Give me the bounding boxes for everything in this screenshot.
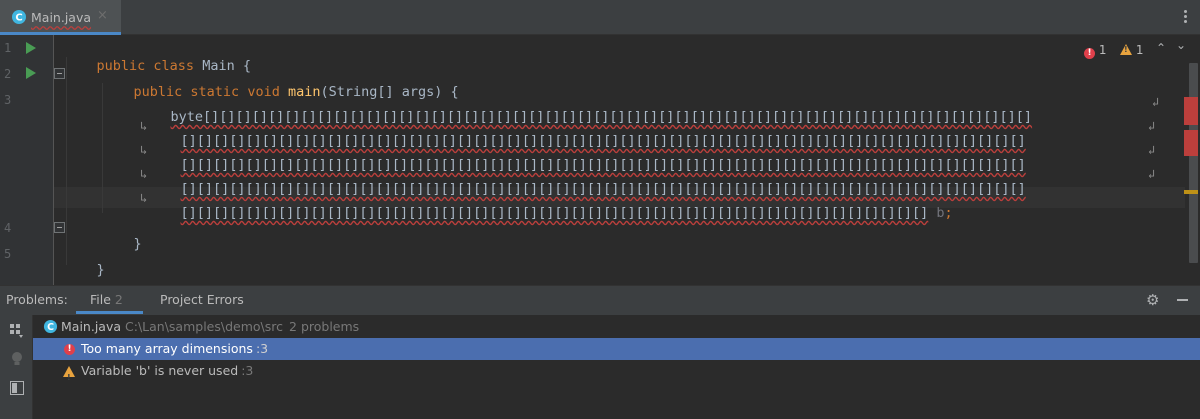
line-number: 2	[4, 67, 12, 81]
problem-item-warning[interactable]: ! Variable 'b' is never used:3	[33, 360, 1200, 382]
run-icon[interactable]	[26, 42, 36, 54]
problem-text: Too many array dimensions	[81, 341, 253, 356]
wrap-continue-icon: ↳	[140, 119, 148, 133]
java-class-icon: C	[43, 319, 58, 334]
inspection-widget[interactable]: ! 1	[1084, 43, 1106, 59]
close-icon[interactable]: ×	[97, 8, 108, 23]
group-by-icon[interactable]	[10, 324, 24, 338]
error-stripe-mark[interactable]	[1184, 130, 1198, 156]
code-line-3-wrap: [][][][][][][][][][][][][][][][][][][][]…	[180, 205, 953, 221]
lightbulb-icon[interactable]	[10, 351, 24, 367]
minimize-icon[interactable]	[1177, 299, 1188, 301]
line-number: 5	[4, 247, 12, 261]
previous-highlight-icon[interactable]: ⌃	[1156, 41, 1166, 55]
inspection-widget[interactable]: ! 1	[1120, 43, 1143, 57]
file-path: C:\Lan\samples\demo\src	[125, 319, 284, 334]
editor-tab-bar: C Main.java ×	[0, 0, 1200, 35]
panel-title: Problems:	[6, 292, 68, 307]
warning-stripe-mark[interactable]	[1184, 190, 1198, 194]
wrap-continue-icon: ↳	[140, 167, 148, 181]
run-icon[interactable]	[26, 67, 36, 79]
preview-pane-icon[interactable]	[10, 381, 24, 395]
code-editor[interactable]: 1 2 3 4 5 public class Main { public sta…	[0, 35, 1200, 285]
tab-label: Main.java	[31, 10, 92, 25]
code-line-4: }	[133, 236, 142, 252]
line-number: 4	[4, 221, 12, 235]
soft-wrap-icon: ↲	[1152, 95, 1160, 109]
tab-project-errors[interactable]: Project Errors	[160, 292, 244, 307]
warning-count: 1	[1135, 43, 1144, 57]
problem-count: 2 problems	[289, 319, 360, 334]
soft-wrap-icon: ↲	[1148, 143, 1156, 157]
problems-tree[interactable]: C Main.java C:\Lan\samples\demo\src 2 prob…	[33, 315, 1200, 419]
file-name: Main.java	[61, 319, 122, 334]
wrap-continue-icon: ↳	[140, 143, 148, 157]
active-tab-indicator	[76, 311, 143, 314]
unused-variable: b	[928, 205, 945, 221]
error-stripe-mark[interactable]	[1184, 97, 1198, 125]
svg-text:C: C	[47, 322, 54, 333]
fold-icon[interactable]	[54, 222, 65, 233]
svg-text:C: C	[15, 13, 22, 24]
more-vertical-icon[interactable]	[1180, 8, 1190, 28]
line-number: 1	[4, 41, 12, 55]
problem-location: :3	[241, 363, 254, 378]
error-count: 1	[1098, 43, 1107, 57]
problems-header: Problems: File 2 Project Errors ⚙	[0, 286, 1200, 315]
warning-icon: !	[63, 366, 75, 382]
problem-item-error[interactable]: ! Too many array dimensions:3	[33, 338, 1200, 360]
error-icon: !	[1084, 48, 1095, 59]
wrap-continue-icon: ↳	[140, 191, 148, 205]
file-node[interactable]: C Main.java C:\Lan\samples\demo\src 2 prob…	[33, 316, 1200, 338]
gear-icon[interactable]: ⚙	[1146, 291, 1159, 309]
soft-wrap-icon: ↲	[1148, 119, 1156, 133]
warning-icon: !	[1120, 44, 1132, 55]
problem-text: Variable 'b' is never used	[81, 363, 239, 378]
tab-file[interactable]: File 2	[90, 292, 123, 307]
line-number: 3	[4, 93, 12, 107]
soft-wrap-icon: ↲	[1148, 167, 1156, 181]
java-class-icon: C	[12, 10, 26, 24]
problem-location: :3	[255, 341, 269, 356]
tab-main-java[interactable]: C Main.java ×	[0, 0, 121, 35]
problems-toolbar	[0, 315, 33, 419]
scrollbar-thumb[interactable]	[1189, 63, 1198, 263]
error-icon: !	[64, 344, 75, 355]
